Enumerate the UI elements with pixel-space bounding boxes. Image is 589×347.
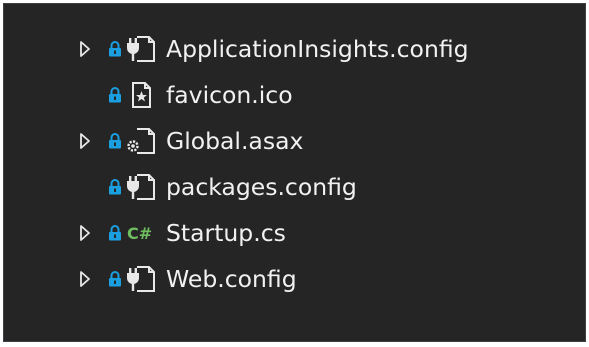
lock-icon (108, 176, 122, 198)
expander-placeholder (74, 176, 96, 198)
lock-icon (108, 268, 122, 290)
solution-explorer-panel: ApplicationInsights.config favicon.ico G… (3, 3, 586, 342)
expand-arrow-icon[interactable] (74, 130, 96, 152)
tree-item-web-config[interactable]: Web.config (74, 256, 469, 302)
tree-item-favicon-ico[interactable]: favicon.ico (74, 72, 469, 118)
lock-icon (108, 38, 122, 60)
tree-item-global-asax[interactable]: Global.asax (74, 118, 469, 164)
config-file-icon (125, 264, 157, 294)
image-file-icon (125, 80, 157, 110)
asax-gear-file-icon (125, 126, 157, 156)
lock-icon (108, 84, 122, 106)
tree-item-applicationinsights-config[interactable]: ApplicationInsights.config (74, 26, 469, 72)
csharp-icon-text: C# (127, 224, 152, 243)
tree-item-label[interactable]: Startup.cs (166, 218, 286, 248)
config-file-icon (125, 34, 157, 64)
tree-item-startup-cs[interactable]: C# Startup.cs (74, 210, 469, 256)
expand-arrow-icon[interactable] (74, 268, 96, 290)
tree-item-label[interactable]: Web.config (166, 264, 297, 294)
tree-item-label[interactable]: favicon.ico (166, 80, 293, 110)
tree-item-label[interactable]: packages.config (166, 172, 357, 202)
lock-icon (108, 130, 122, 152)
tree-item-label[interactable]: Global.asax (166, 126, 303, 156)
expander-placeholder (74, 84, 96, 106)
tree-item-packages-config[interactable]: packages.config (74, 164, 469, 210)
csharp-file-icon: C# (125, 218, 157, 248)
file-tree: ApplicationInsights.config favicon.ico G… (74, 26, 469, 302)
expand-arrow-icon[interactable] (74, 222, 96, 244)
config-file-icon (125, 172, 157, 202)
lock-icon (108, 222, 122, 244)
tree-item-label[interactable]: ApplicationInsights.config (166, 34, 469, 64)
expand-arrow-icon[interactable] (74, 38, 96, 60)
